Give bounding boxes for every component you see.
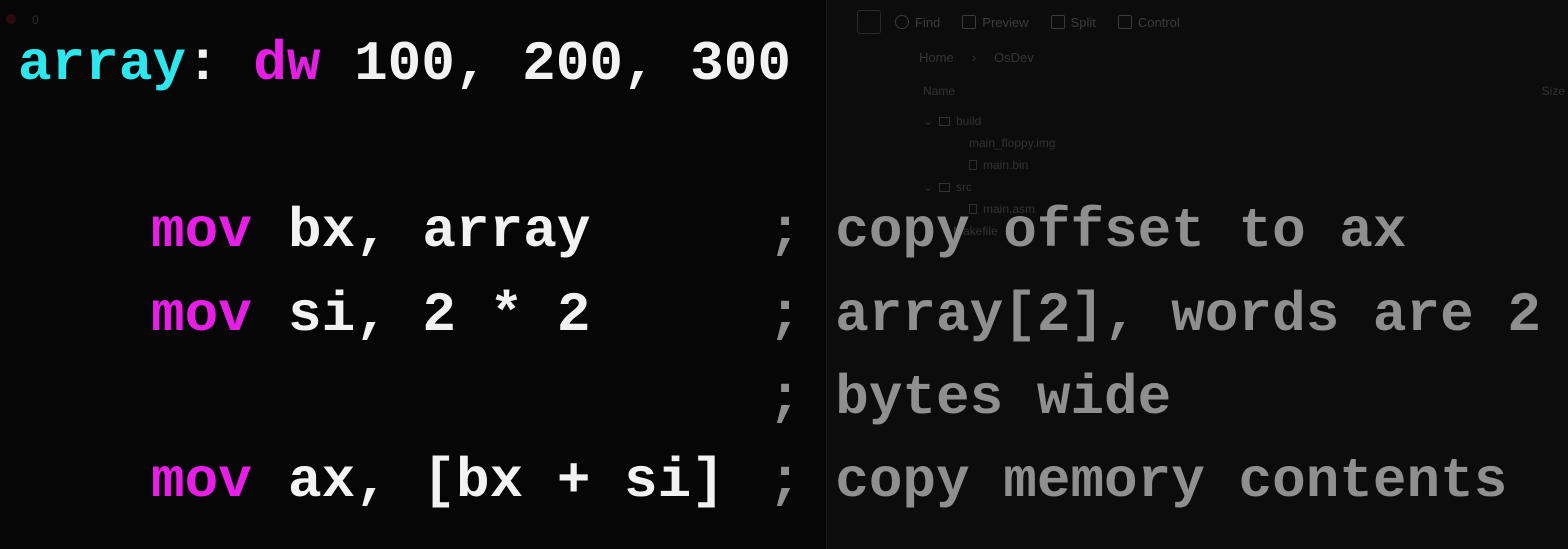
tree-item-src[interactable]: ⌄ src — [923, 176, 1055, 198]
layout-toggle-button[interactable] — [857, 10, 881, 34]
preview-button[interactable]: Preview — [962, 14, 1029, 30]
code-comment: ; copy offset to ax — [768, 199, 1407, 263]
code-directive: dw — [253, 32, 321, 96]
control-label: Control — [1137, 14, 1180, 30]
screen: 0 Find Preview Split Control Home › OsDe… — [0, 0, 1568, 549]
code-values: 100, 200, 300 — [354, 32, 791, 96]
folder-icon — [939, 182, 950, 192]
tab-close-icon[interactable] — [6, 14, 16, 24]
menu-icon — [1117, 15, 1132, 29]
code-label: array — [18, 32, 187, 96]
tree-item-label: build — [956, 114, 982, 128]
control-button[interactable]: Control — [1117, 14, 1180, 30]
code-operands: bx, array — [288, 199, 591, 263]
image-icon — [962, 15, 977, 29]
column-size[interactable]: Size — [1542, 84, 1565, 98]
breadcrumb-osdev[interactable]: OsDev — [994, 50, 1034, 65]
chevron-down-icon: ⌄ — [923, 180, 934, 194]
tree-item-main-floppy[interactable]: main_floppy.img — [923, 132, 1055, 154]
tree-item-label: main_floppy.img — [969, 136, 1056, 150]
code-operands: si, 2 * 2 — [288, 283, 591, 347]
preview-label: Preview — [982, 14, 1029, 30]
code-op: mov — [151, 449, 252, 513]
find-button[interactable]: Find — [895, 15, 940, 30]
file-icon — [969, 160, 977, 170]
code-comment: ; array[2], words are 2 — [768, 283, 1541, 347]
chevron-down-icon: ⌄ — [923, 114, 934, 128]
column-header: Name Size — [923, 84, 1568, 98]
find-label: Find — [915, 14, 941, 30]
breadcrumb-home[interactable]: Home — [919, 50, 954, 65]
code-comment: ; copy memory contents — [768, 449, 1508, 513]
breadcrumb: Home › OsDev — [919, 50, 1034, 65]
tab-indicator: 0 — [32, 13, 39, 27]
folder-icon — [939, 116, 950, 126]
code-op: mov — [151, 199, 252, 263]
chevron-right-icon: › — [971, 50, 977, 65]
tree-item-label: src — [956, 180, 972, 194]
code-operands: ax, [bx + si] — [288, 449, 725, 513]
tree-item-build[interactable]: ⌄ build — [923, 110, 1055, 132]
code-colon: : — [186, 32, 220, 96]
split-button[interactable]: Split — [1050, 14, 1096, 30]
file-manager-toolbar: Find Preview Split Control — [857, 10, 1202, 34]
search-icon — [895, 15, 909, 29]
column-name[interactable]: Name — [923, 84, 955, 98]
code-line-data-declaration: array: dw 100, 200, 300 — [18, 36, 791, 92]
code-op: mov — [151, 283, 252, 347]
code-comment: ; bytes wide — [768, 366, 1172, 430]
split-icon — [1050, 15, 1065, 29]
tree-item-label: main.bin — [983, 158, 1029, 172]
tree-item-main-bin[interactable]: main.bin — [923, 154, 1055, 176]
split-label: Split — [1070, 14, 1096, 30]
